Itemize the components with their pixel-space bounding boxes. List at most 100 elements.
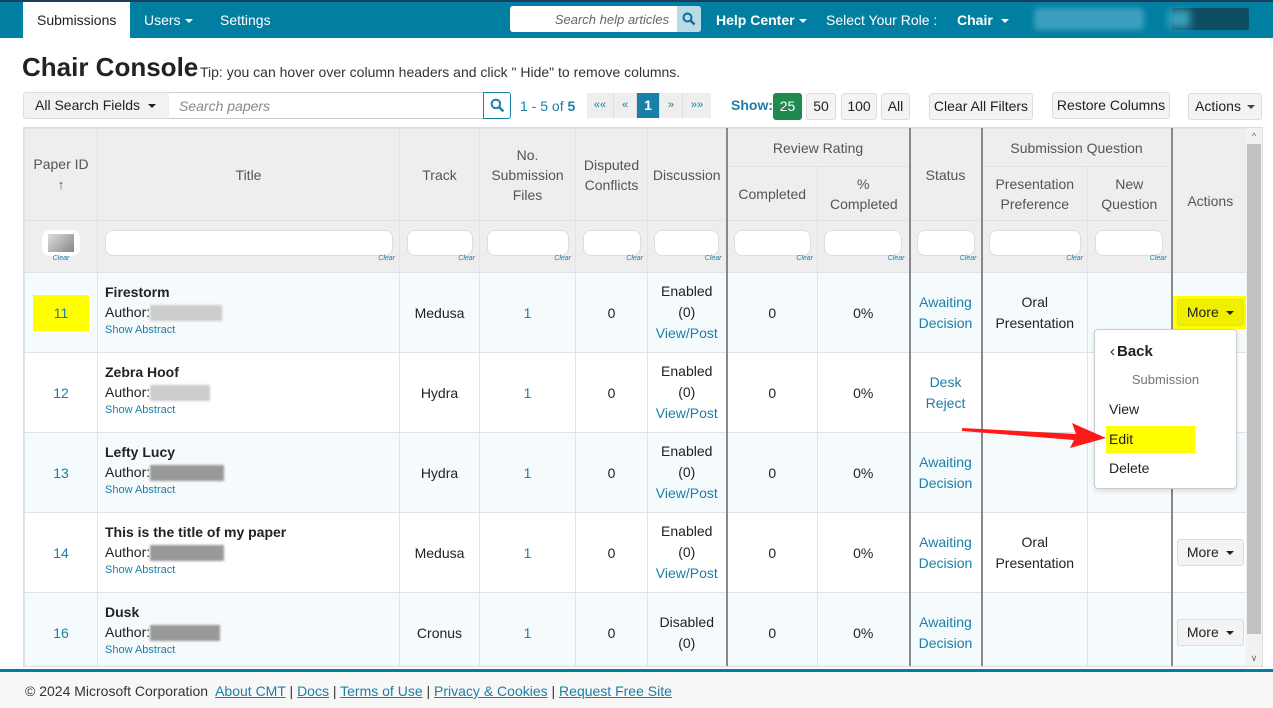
- page-size-25-button[interactable]: 25: [773, 93, 802, 120]
- col-header-title[interactable]: Title: [97, 128, 400, 221]
- col-header-completed[interactable]: Completed: [725, 166, 818, 221]
- submission-files-link[interactable]: 1: [524, 545, 532, 561]
- role-select[interactable]: Chair: [957, 2, 1009, 38]
- paper-id-link[interactable]: 11: [33, 294, 89, 331]
- prev-page-button[interactable]: «: [614, 93, 637, 118]
- scroll-down-icon[interactable]: ∨: [1246, 650, 1262, 666]
- menu-item-view[interactable]: View: [1109, 401, 1139, 417]
- submission-files-link[interactable]: 1: [524, 465, 532, 481]
- more-button[interactable]: More: [1176, 539, 1244, 566]
- cell-discussion: Disabled (0): [647, 592, 727, 666]
- menu-back-button[interactable]: ‹ Back: [1110, 343, 1153, 360]
- status-link[interactable]: Awaiting Decision: [919, 454, 973, 491]
- paper-id-link[interactable]: 14: [53, 545, 69, 561]
- discussion-view-post-link[interactable]: View/Post: [656, 325, 718, 341]
- footer-link-terms[interactable]: Terms of Use: [340, 683, 422, 699]
- col-header-track[interactable]: Track: [399, 128, 480, 221]
- clear-all-filters-button[interactable]: Clear All Filters: [929, 93, 1033, 120]
- filter-completed-cell: Clear: [725, 220, 818, 273]
- nav-tab-settings[interactable]: Settings: [206, 2, 285, 38]
- help-center-menu[interactable]: Help Center: [716, 2, 807, 38]
- discussion-state: Enabled: [661, 523, 713, 539]
- footer-link-request-site[interactable]: Request Free Site: [559, 683, 672, 699]
- filter-clear-link[interactable]: Clear: [960, 249, 977, 269]
- filter-clear-link[interactable]: Clear: [1150, 249, 1167, 269]
- footer-link-about[interactable]: About CMT: [215, 683, 286, 699]
- cell-paper-id: 12: [24, 352, 98, 433]
- last-page-button[interactable]: »»: [683, 93, 711, 118]
- menu-item-delete[interactable]: Delete: [1109, 460, 1149, 476]
- col-header-status[interactable]: Status: [908, 128, 983, 221]
- result-range: 1 - 5 of 5: [520, 98, 575, 114]
- col-header-disputed-conflicts[interactable]: Disputed Conflicts: [575, 128, 648, 221]
- col-header-new-question[interactable]: New Question: [1087, 166, 1173, 221]
- show-abstract-link[interactable]: Show Abstract: [105, 323, 399, 337]
- cell-title: This is the title of my paper Author: Sh…: [97, 512, 400, 593]
- discussion-view-post-link[interactable]: View/Post: [656, 485, 718, 501]
- filter-clear-link[interactable]: Clear: [25, 249, 97, 269]
- show-abstract-link[interactable]: Show Abstract: [105, 483, 399, 497]
- discussion-view-post-link[interactable]: View/Post: [656, 405, 718, 421]
- user-name-redacted[interactable]: [1034, 8, 1144, 30]
- paper-id-link[interactable]: 12: [53, 385, 69, 401]
- help-search-button[interactable]: [677, 6, 701, 32]
- status-link[interactable]: Awaiting Decision: [919, 614, 973, 651]
- submission-files-link[interactable]: 1: [524, 625, 532, 641]
- help-search-input[interactable]: [510, 6, 677, 32]
- filter-clear-link[interactable]: Clear: [888, 249, 905, 269]
- nav-tab-submissions[interactable]: Submissions: [23, 2, 131, 38]
- submission-files-link[interactable]: 1: [524, 385, 532, 401]
- page-size-50-button[interactable]: 50: [806, 93, 836, 120]
- cell-conflicts: 0: [575, 592, 648, 666]
- paper-search-button[interactable]: [483, 92, 511, 119]
- col-header-discussion[interactable]: Discussion: [647, 128, 727, 221]
- paper-id-link[interactable]: 16: [53, 625, 69, 641]
- footer-link-docs[interactable]: Docs: [297, 683, 329, 699]
- col-header-presentation-preference[interactable]: Presentation Preference: [980, 166, 1089, 221]
- filter-clear-link[interactable]: Clear: [626, 249, 643, 269]
- filter-clear-link[interactable]: Clear: [1066, 249, 1083, 269]
- col-header-pct-completed[interactable]: % Completed: [816, 166, 911, 221]
- role-label: Select Your Role :: [826, 12, 938, 28]
- discussion-view-post-link[interactable]: View/Post: [656, 565, 718, 581]
- top-nav-bar: Submissions Users Settings Help Center S…: [0, 0, 1273, 38]
- search-field-select[interactable]: All Search Fields: [23, 92, 170, 119]
- filter-clear-link[interactable]: Clear: [554, 249, 571, 269]
- col-header-paper-id[interactable]: Paper ID ↑: [24, 128, 98, 221]
- scroll-up-icon[interactable]: ^: [1246, 128, 1262, 144]
- show-abstract-link[interactable]: Show Abstract: [105, 563, 399, 577]
- page-1-button[interactable]: 1: [637, 93, 660, 118]
- menu-item-edit[interactable]: Edit: [1109, 431, 1133, 447]
- scrollbar-thumb[interactable]: [1247, 144, 1261, 634]
- paper-author: Author:: [105, 461, 399, 483]
- discussion-state: Enabled: [661, 283, 713, 299]
- submission-files-link[interactable]: 1: [524, 305, 532, 321]
- cell-files: 1: [479, 512, 576, 593]
- table-scrollbar[interactable]: ^ ∨: [1246, 128, 1262, 666]
- filter-clear-link[interactable]: Clear: [458, 249, 475, 269]
- paper-search-input[interactable]: [169, 92, 484, 119]
- status-link[interactable]: Awaiting Decision: [919, 294, 973, 331]
- show-abstract-link[interactable]: Show Abstract: [105, 403, 399, 417]
- paper-id-link[interactable]: 13: [53, 465, 69, 481]
- filter-clear-link[interactable]: Clear: [705, 249, 722, 269]
- filter-title-input[interactable]: [104, 229, 393, 256]
- filter-clear-link[interactable]: Clear: [796, 249, 813, 269]
- col-header-submission-files[interactable]: No. Submission Files: [479, 128, 576, 221]
- author-name-redacted: [150, 305, 223, 322]
- show-abstract-link[interactable]: Show Abstract: [105, 643, 399, 657]
- more-button[interactable]: More: [1176, 619, 1244, 646]
- actions-menu-button[interactable]: Actions: [1188, 93, 1262, 120]
- more-button[interactable]: More: [1176, 299, 1244, 326]
- cell-track: Hydra: [399, 352, 480, 433]
- filter-clear-link[interactable]: Clear: [378, 249, 395, 269]
- restore-columns-button[interactable]: Restore Columns: [1052, 92, 1170, 119]
- next-page-button[interactable]: »: [660, 93, 683, 118]
- first-page-button[interactable]: ««: [587, 93, 614, 118]
- page-size-all-button[interactable]: All: [881, 93, 910, 120]
- status-link[interactable]: Desk Reject: [926, 374, 966, 411]
- nav-tab-users[interactable]: Users: [130, 2, 207, 38]
- status-link[interactable]: Awaiting Decision: [919, 534, 973, 571]
- footer-link-privacy[interactable]: Privacy & Cookies: [434, 683, 548, 699]
- page-size-100-button[interactable]: 100: [841, 93, 877, 120]
